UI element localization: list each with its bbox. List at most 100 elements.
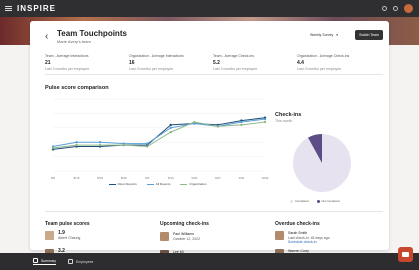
data-point[interactable] bbox=[146, 145, 149, 148]
survey-select[interactable]: Weekly Survey ▾ bbox=[310, 33, 338, 37]
chat-button[interactable] bbox=[398, 247, 413, 262]
main-card: ‹ Team Touchpoints Marie Avery's team We… bbox=[30, 21, 389, 262]
metric-label: Team - Average Check-ins bbox=[213, 54, 254, 58]
list-item[interactable]: Paul Williams October 12, 2022 bbox=[160, 232, 200, 241]
metric: Team - Average Interactions 21 Last 3 mo… bbox=[45, 54, 129, 71]
data-point[interactable] bbox=[122, 143, 125, 147]
legend-swatch bbox=[290, 199, 293, 203]
schedule-checkin-link[interactable]: Schedule check-in bbox=[288, 240, 330, 245]
legend-label: All Reports bbox=[155, 182, 171, 186]
data-point[interactable] bbox=[98, 143, 102, 147]
legend-swatch bbox=[146, 183, 154, 185]
summary-icon bbox=[33, 258, 38, 263]
avatar bbox=[160, 232, 169, 241]
switch-team-button[interactable]: Switch Team bbox=[355, 30, 383, 40]
legend-swatch bbox=[180, 183, 188, 185]
last-checkin: Last check-in: 45 days ago bbox=[288, 235, 330, 240]
team-pulse-title: Team pulse scores bbox=[45, 221, 90, 227]
data-point[interactable] bbox=[193, 120, 196, 124]
metric-note: Last 3 months per employee bbox=[129, 67, 174, 71]
checkin-date: October 12, 2022 bbox=[173, 236, 201, 241]
metrics-row: Team - Average Interactions 21 Last 3 mo… bbox=[45, 54, 383, 71]
divider bbox=[45, 74, 383, 75]
data-point[interactable] bbox=[146, 142, 149, 145]
legend-item: All Reports bbox=[146, 182, 171, 186]
pulse-chart-svg: 8/9 8/16 8/23 8/30 9/6 9/13 9/20 9/27 10/4 10/11 bbox=[51, 98, 269, 180]
search-icon[interactable] bbox=[382, 6, 387, 11]
data-point[interactable] bbox=[75, 141, 78, 144]
list-item: Sarah Smith Last check-in: 45 days ago S… bbox=[275, 231, 330, 245]
data-point[interactable] bbox=[169, 123, 172, 127]
metric-value: 5.2 bbox=[213, 60, 220, 66]
chevron-down-icon: ▾ bbox=[336, 33, 339, 37]
data-point[interactable] bbox=[51, 146, 55, 150]
upcoming-title: Upcoming check-ins bbox=[160, 221, 209, 227]
hamburger-menu-icon[interactable] bbox=[5, 6, 12, 11]
legend-swatch bbox=[316, 199, 320, 203]
list-item-text: 1.9 Albert Cheung bbox=[58, 231, 80, 240]
data-point[interactable] bbox=[169, 126, 172, 129]
pulse-chart-title: Pulse score comparison bbox=[45, 85, 109, 91]
survey-select-value: Weekly Survey bbox=[310, 33, 334, 37]
back-arrow-icon[interactable]: ‹ bbox=[45, 31, 48, 42]
x-tick-label: 10/11 bbox=[261, 176, 269, 180]
data-point[interactable] bbox=[98, 141, 102, 144]
x-tick-label: 9/27 bbox=[215, 176, 221, 180]
metric-value: 4.4 bbox=[297, 60, 304, 66]
data-point[interactable] bbox=[216, 125, 220, 128]
chart-legend: Direct Reports All Reports Organization bbox=[45, 182, 270, 186]
avatar bbox=[275, 231, 284, 240]
legend-label: Direct Reports bbox=[117, 182, 137, 186]
list-item[interactable]: 1.9 Albert Cheung bbox=[45, 231, 80, 240]
data-point[interactable] bbox=[75, 143, 78, 147]
notification-icon[interactable] bbox=[393, 6, 398, 11]
data-point[interactable] bbox=[263, 117, 267, 121]
metric-note: Last 3 months per employee bbox=[213, 67, 258, 71]
x-tick-label: 8/23 bbox=[97, 176, 103, 180]
x-tick-label: 9/20 bbox=[191, 176, 197, 180]
legend-item: Completed bbox=[290, 199, 309, 203]
data-point[interactable] bbox=[240, 123, 243, 127]
legend-label: Not completed bbox=[321, 199, 340, 203]
x-tick-label: 8/30 bbox=[121, 176, 127, 180]
page-subtitle: Marie Avery's team bbox=[57, 39, 91, 44]
legend-item: Direct Reports bbox=[108, 182, 137, 186]
employees-icon bbox=[67, 259, 73, 264]
x-tick-label: 8/16 bbox=[74, 176, 80, 180]
metric-value: 21 bbox=[45, 60, 51, 66]
metric: Team - Average Check-ins 5.2 Last 3 mont… bbox=[213, 54, 297, 71]
metric-label: Organization - Average Interactions bbox=[129, 54, 184, 58]
user-avatar[interactable] bbox=[404, 4, 413, 13]
nav-summary[interactable]: Summary bbox=[33, 258, 56, 265]
nav-employees[interactable]: Employees bbox=[67, 259, 94, 264]
nav-employees-label: Employees bbox=[75, 259, 94, 264]
data-point[interactable] bbox=[169, 130, 172, 134]
metric-value: 16 bbox=[129, 60, 135, 66]
app-brand[interactable]: INSPIRE bbox=[17, 4, 56, 13]
checkins-subtitle: This month bbox=[275, 119, 293, 123]
legend-swatch bbox=[108, 183, 116, 185]
metric: Organization - Average Check-ins 4.4 Las… bbox=[297, 54, 381, 71]
checkins-pie-chart bbox=[293, 134, 351, 192]
legend-item: Not completed bbox=[316, 199, 340, 203]
legend-label: Organization bbox=[189, 182, 207, 186]
top-bar: INSPIRE bbox=[0, 0, 419, 17]
page-title: Team Touchpoints bbox=[57, 29, 127, 38]
employee-name: Albert Cheung bbox=[58, 235, 81, 240]
data-point[interactable] bbox=[263, 120, 267, 124]
pulse-chart: 8/9 8/16 8/23 8/30 9/6 9/13 9/20 9/27 10/4 10/11 bbox=[45, 93, 270, 181]
x-tick-label: 10/4 bbox=[239, 176, 245, 180]
x-tick-label: 9/6 bbox=[145, 176, 150, 180]
legend-item: Organization bbox=[180, 182, 206, 186]
metric-label: Organization - Average Check-ins bbox=[297, 54, 350, 58]
list-item-text: Paul Williams October 12, 2022 bbox=[173, 232, 200, 241]
avatar bbox=[45, 231, 54, 240]
data-point[interactable] bbox=[240, 120, 243, 124]
metric-note: Last 3 months per employee bbox=[45, 67, 90, 71]
checkins-title: Check-ins bbox=[275, 112, 302, 118]
nav-summary-label: Summary bbox=[41, 258, 56, 263]
overdue-title: Overdue check-ins bbox=[275, 221, 320, 227]
metric-note: Last 3 months per employee bbox=[297, 67, 342, 71]
legend-label: Completed bbox=[295, 199, 309, 203]
x-tick-label: 9/13 bbox=[168, 176, 174, 180]
